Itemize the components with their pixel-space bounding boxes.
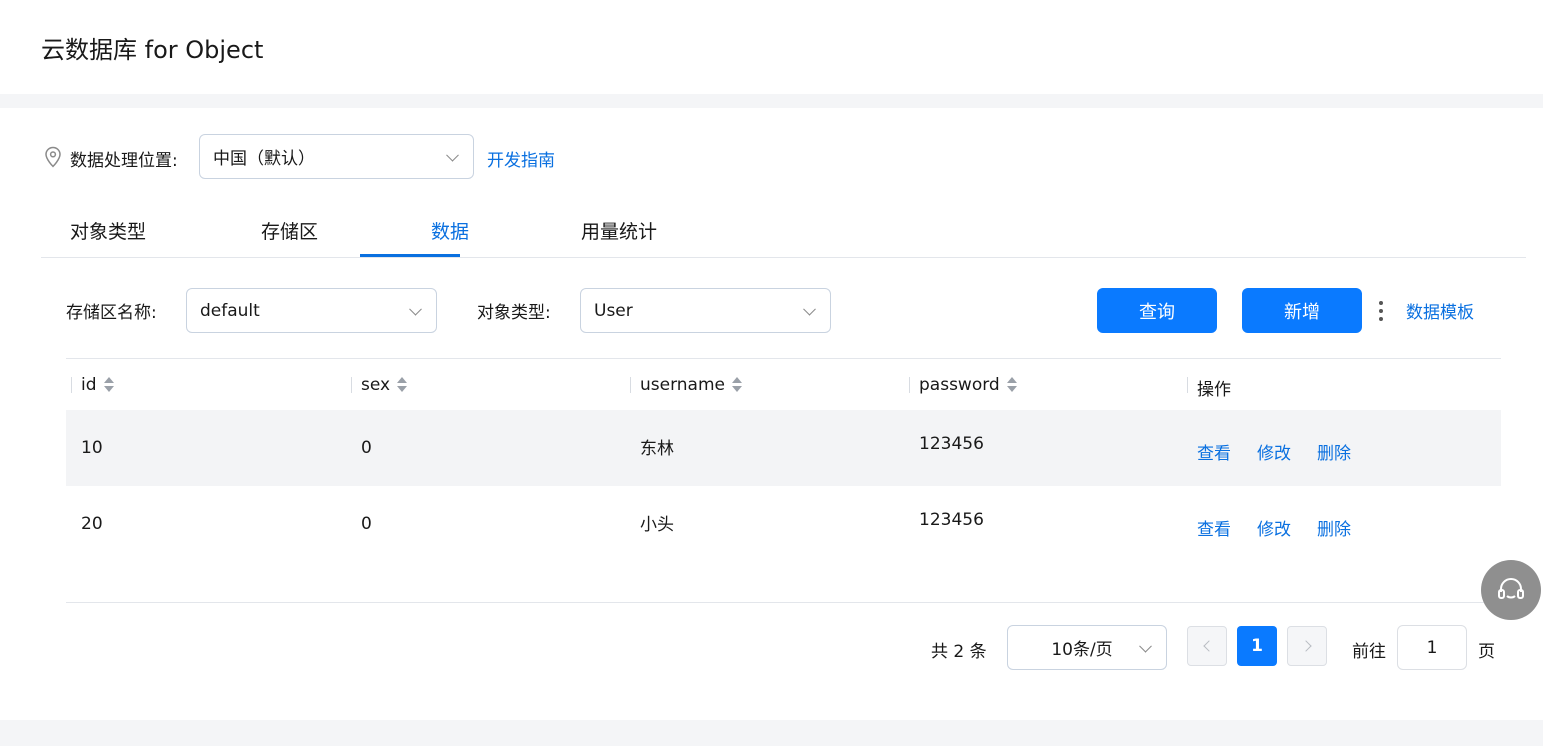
page-unit-label: 页 (1478, 642, 1495, 662)
edit-link[interactable]: 修改 (1257, 515, 1291, 540)
view-link[interactable]: 查看 (1197, 515, 1231, 540)
chevron-down-icon (446, 148, 459, 162)
region-select-value: 中国（默认） (213, 149, 315, 169)
view-link[interactable]: 查看 (1197, 439, 1231, 464)
data-template-link[interactable]: 数据模板 (1406, 298, 1474, 323)
edit-link[interactable]: 修改 (1257, 439, 1291, 464)
object-type-select-value: User (594, 300, 633, 321)
next-page-button[interactable] (1287, 626, 1327, 666)
goto-page-input[interactable] (1397, 625, 1467, 670)
table-divider (66, 602, 1501, 603)
table-row: 20 0 小头 123456 查看 修改 删除 (66, 486, 1501, 562)
chevron-down-icon (803, 302, 816, 316)
tab-usage-stats[interactable]: 用量统计 (581, 217, 657, 244)
column-header-password[interactable]: password (909, 375, 1017, 395)
table-header: id sex username password 操作 (66, 358, 1501, 410)
chevron-right-icon (1299, 640, 1312, 652)
cell-password: 123456 (919, 434, 984, 454)
cell-username: 东林 (640, 439, 674, 459)
column-header-sex[interactable]: sex (351, 375, 408, 395)
tab-object-types[interactable]: 对象类型 (70, 217, 146, 244)
customer-support-button[interactable] (1481, 560, 1541, 620)
cell-username: 小头 (640, 515, 674, 535)
dev-guide-link[interactable]: 开发指南 (487, 146, 555, 171)
cell-sex: 0 (361, 438, 372, 458)
main-panel: 数据处理位置: 中国（默认） 开发指南 对象类型 存储区 数据 用量统计 存储区… (0, 108, 1543, 720)
chevron-down-icon (1139, 639, 1152, 653)
object-type-select[interactable]: User (580, 288, 831, 333)
page-title: 云数据库 for Object (41, 36, 264, 64)
page-number-current[interactable]: 1 (1237, 626, 1277, 666)
cell-id: 20 (81, 514, 103, 534)
zone-name-label: 存储区名称: (66, 303, 157, 323)
location-pin-icon (45, 146, 61, 168)
tab-storage-zones[interactable]: 存储区 (261, 217, 318, 244)
more-vertical-icon[interactable] (1374, 298, 1388, 324)
region-label: 数据处理位置: (70, 151, 178, 171)
cell-sex: 0 (361, 514, 372, 534)
delete-link[interactable]: 删除 (1317, 439, 1351, 464)
cell-id: 10 (81, 438, 103, 458)
table-row: 10 0 东林 123456 查看 修改 删除 (66, 410, 1501, 486)
delete-link[interactable]: 删除 (1317, 515, 1351, 540)
query-button[interactable]: 查询 (1097, 288, 1217, 333)
prev-page-button[interactable] (1187, 626, 1227, 666)
column-header-id[interactable]: id (71, 375, 114, 395)
zone-select[interactable]: default (186, 288, 437, 333)
object-type-label: 对象类型: (477, 303, 551, 323)
region-select[interactable]: 中国（默认） (199, 134, 474, 179)
sort-icon[interactable] (103, 377, 114, 393)
total-count: 共 2 条 (931, 642, 987, 662)
headset-icon (1498, 578, 1524, 599)
tab-bar: 对象类型 存储区 数据 用量统计 (41, 208, 1526, 258)
tab-data[interactable]: 数据 (431, 217, 469, 244)
chevron-down-icon (409, 302, 422, 316)
column-header-username[interactable]: username (630, 375, 742, 395)
add-button[interactable]: 新增 (1242, 288, 1362, 333)
sort-icon[interactable] (732, 377, 742, 393)
chevron-left-icon (1202, 640, 1215, 652)
sort-icon[interactable] (1006, 377, 1017, 393)
goto-label: 前往 (1352, 642, 1386, 662)
page-size-value: 10条/页 (1051, 640, 1113, 660)
zone-select-value: default (200, 300, 260, 321)
active-tab-indicator (360, 254, 460, 257)
cell-password: 123456 (919, 510, 984, 530)
page-header: 云数据库 for Object (0, 0, 1543, 94)
column-header-actions: 操作 (1187, 375, 1231, 400)
page-size-select[interactable]: 10条/页 (1007, 625, 1167, 670)
sort-icon[interactable] (397, 377, 408, 393)
